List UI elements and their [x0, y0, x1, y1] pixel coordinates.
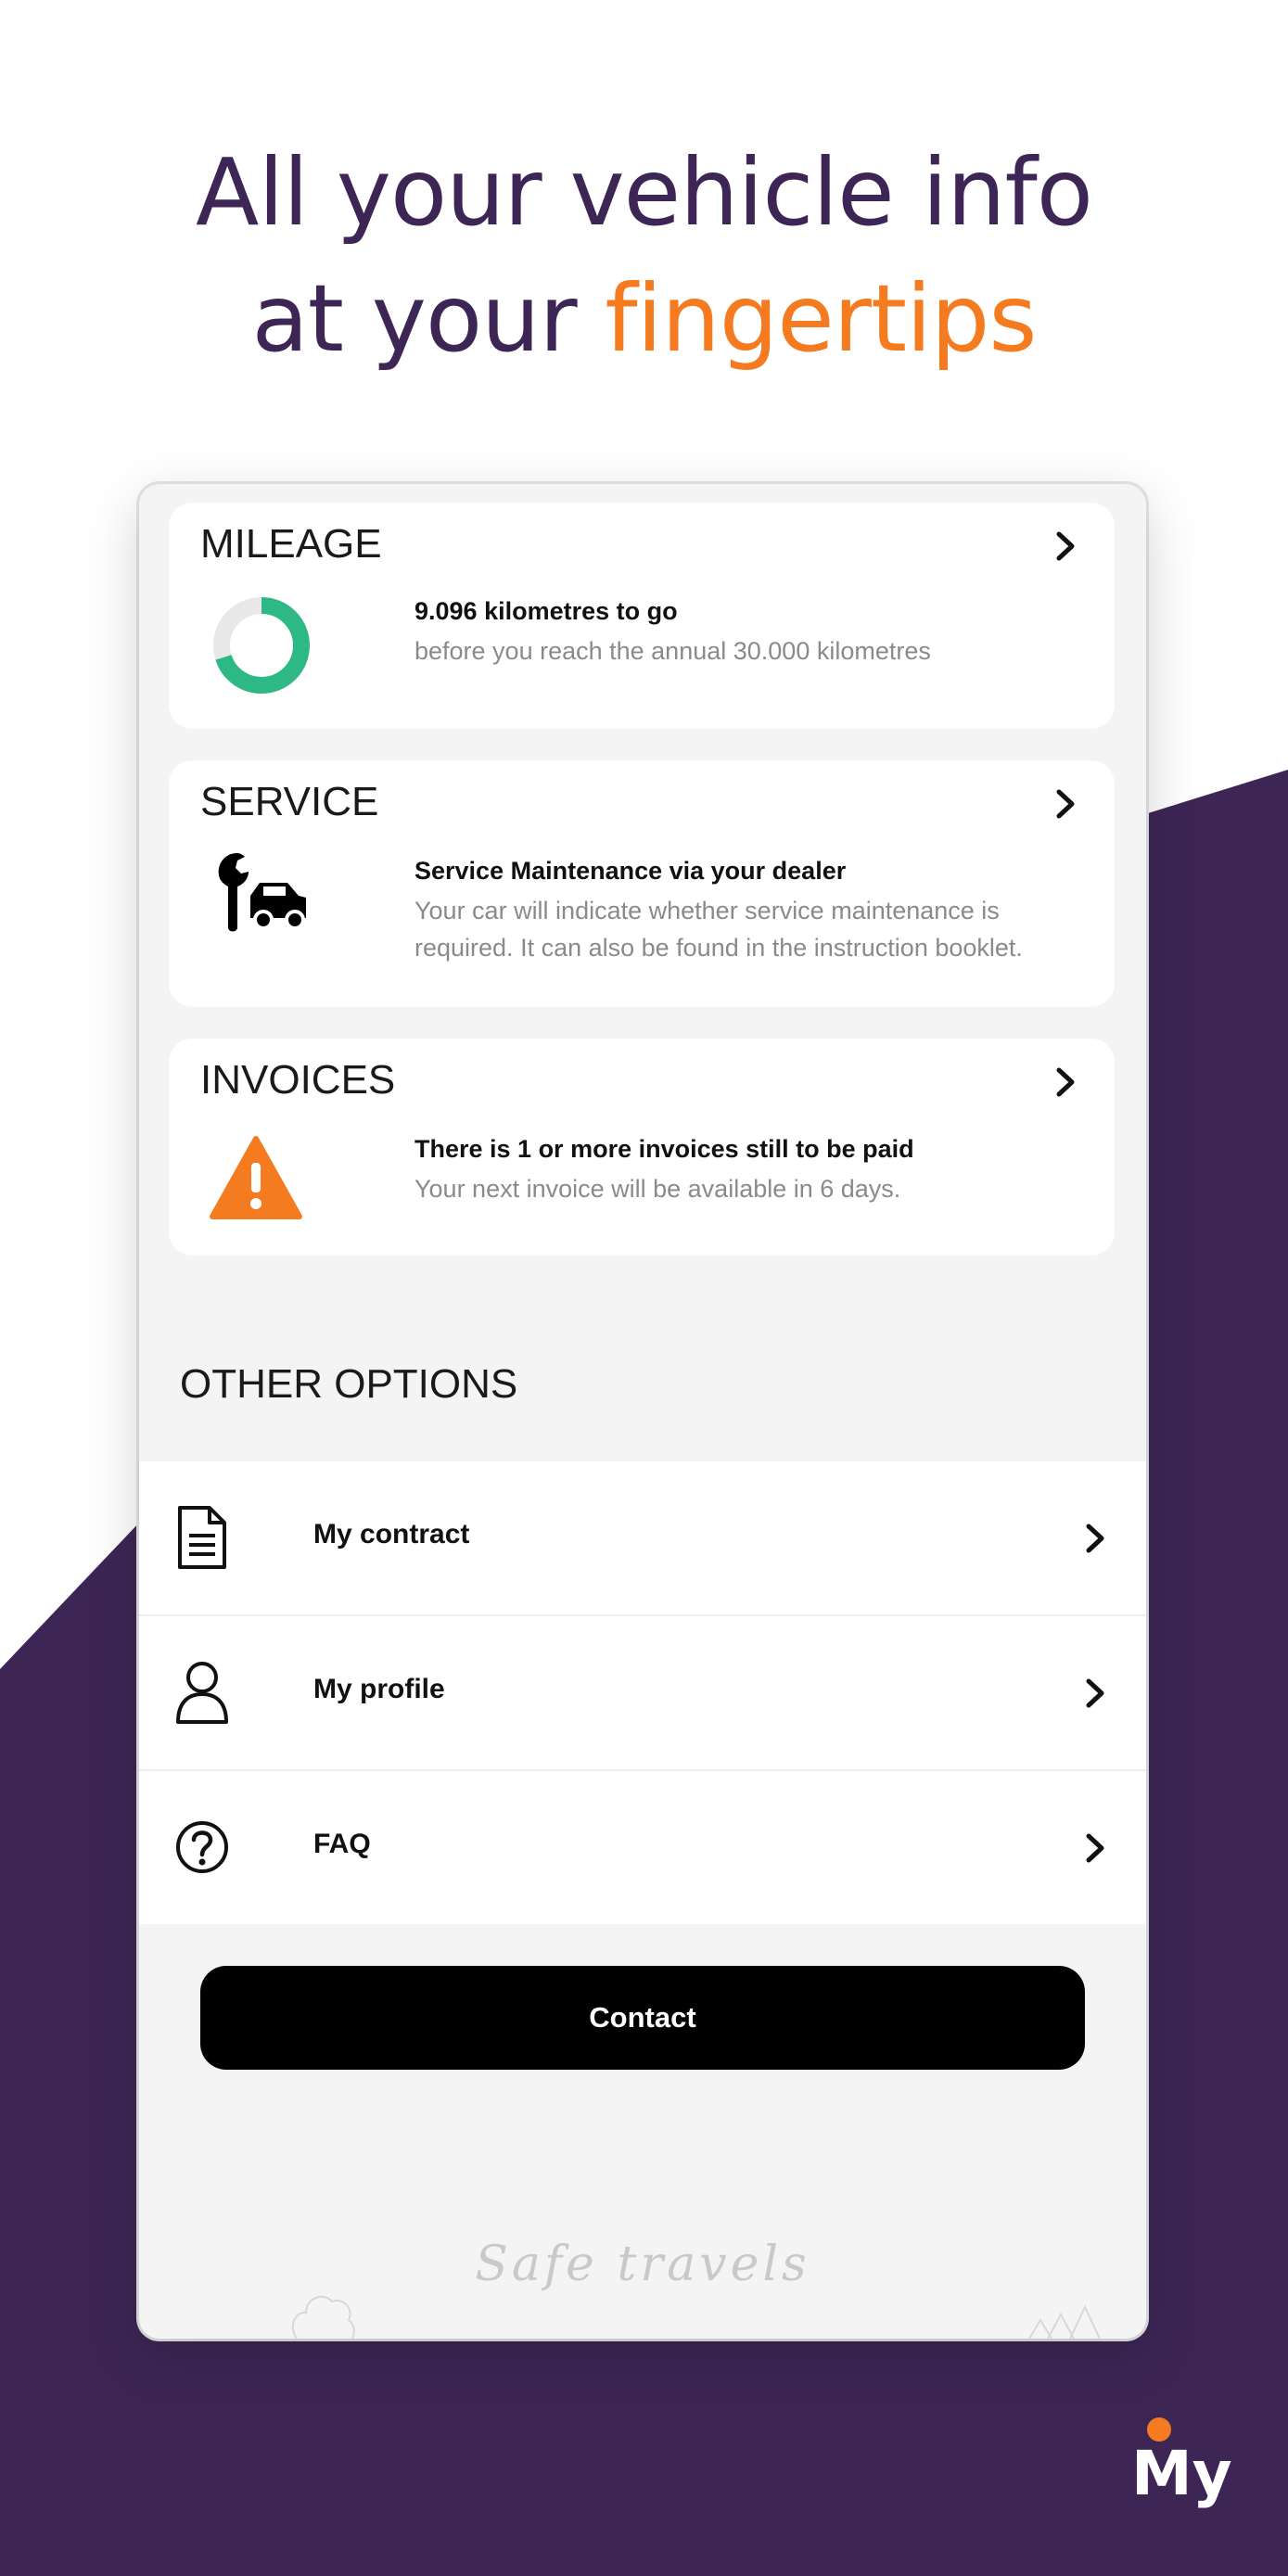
option-my-contract[interactable]: My contract: [139, 1461, 1146, 1616]
option-my-profile[interactable]: My profile: [139, 1616, 1146, 1771]
donut-progress-icon: [213, 597, 310, 694]
headline-accent: fingertips: [605, 264, 1037, 373]
chevron-right-icon: [1056, 789, 1075, 819]
invoices-card[interactable]: INVOICES There is 1 or more invoices sti…: [169, 1039, 1115, 1256]
chevron-right-icon: [1056, 1067, 1075, 1097]
tree-illustration-icon: [291, 2295, 355, 2339]
mileage-sub-text: before you reach the annual 30.000 kilom…: [414, 637, 931, 665]
chevron-right-icon: [1086, 1524, 1104, 1553]
chevron-right-icon: [1056, 531, 1075, 561]
mileage-title: MILEAGE: [200, 521, 382, 567]
chevron-right-icon: [1086, 1678, 1104, 1708]
option-label: FAQ: [313, 1829, 371, 1859]
warning-icon: [210, 1136, 302, 1219]
invoices-title: INVOICES: [200, 1057, 396, 1103]
service-main-text: Service Maintenance via your dealer: [414, 857, 847, 885]
phone-screen: MILEAGE 9.096 kilometres to go before yo…: [139, 484, 1146, 2339]
service-sub-line-1: Your car will indicate whether service m…: [414, 897, 1000, 925]
mileage-main-text: 9.096 kilometres to go: [414, 597, 678, 625]
headline-line-2: at your fingertips: [0, 256, 1288, 382]
my-logo-icon: My: [1131, 2417, 1232, 2509]
document-icon: [178, 1506, 226, 1569]
other-options-title: OTHER OPTIONS: [180, 1361, 518, 1407]
mileage-card[interactable]: MILEAGE 9.096 kilometres to go before yo…: [169, 503, 1115, 729]
headline: All your vehicle info at your fingertips: [0, 130, 1288, 382]
option-faq[interactable]: FAQ: [139, 1771, 1146, 1924]
headline-line-2-prefix: at your: [251, 264, 606, 373]
service-sub-line-2: required. It can also be found in the in…: [414, 934, 1023, 962]
contact-button[interactable]: Contact: [200, 1966, 1085, 2070]
logo-text: My: [1131, 2438, 1232, 2509]
pine-trees-illustration-icon: [1028, 2304, 1101, 2339]
invoices-main-text: There is 1 or more invoices still to be …: [414, 1135, 914, 1163]
headline-line-1: All your vehicle info: [196, 138, 1093, 247]
chevron-right-icon: [1086, 1833, 1104, 1863]
service-card[interactable]: SERVICE Service Maintenance via your dea…: [169, 760, 1115, 1007]
invoices-sub-text: Your next invoice will be available in 6…: [414, 1175, 901, 1203]
option-label: My contract: [313, 1519, 470, 1549]
user-icon: [176, 1662, 228, 1724]
option-label: My profile: [313, 1674, 445, 1704]
service-title: SERVICE: [200, 779, 379, 824]
wrench-car-icon: [218, 853, 306, 932]
question-icon: [176, 1821, 228, 1873]
